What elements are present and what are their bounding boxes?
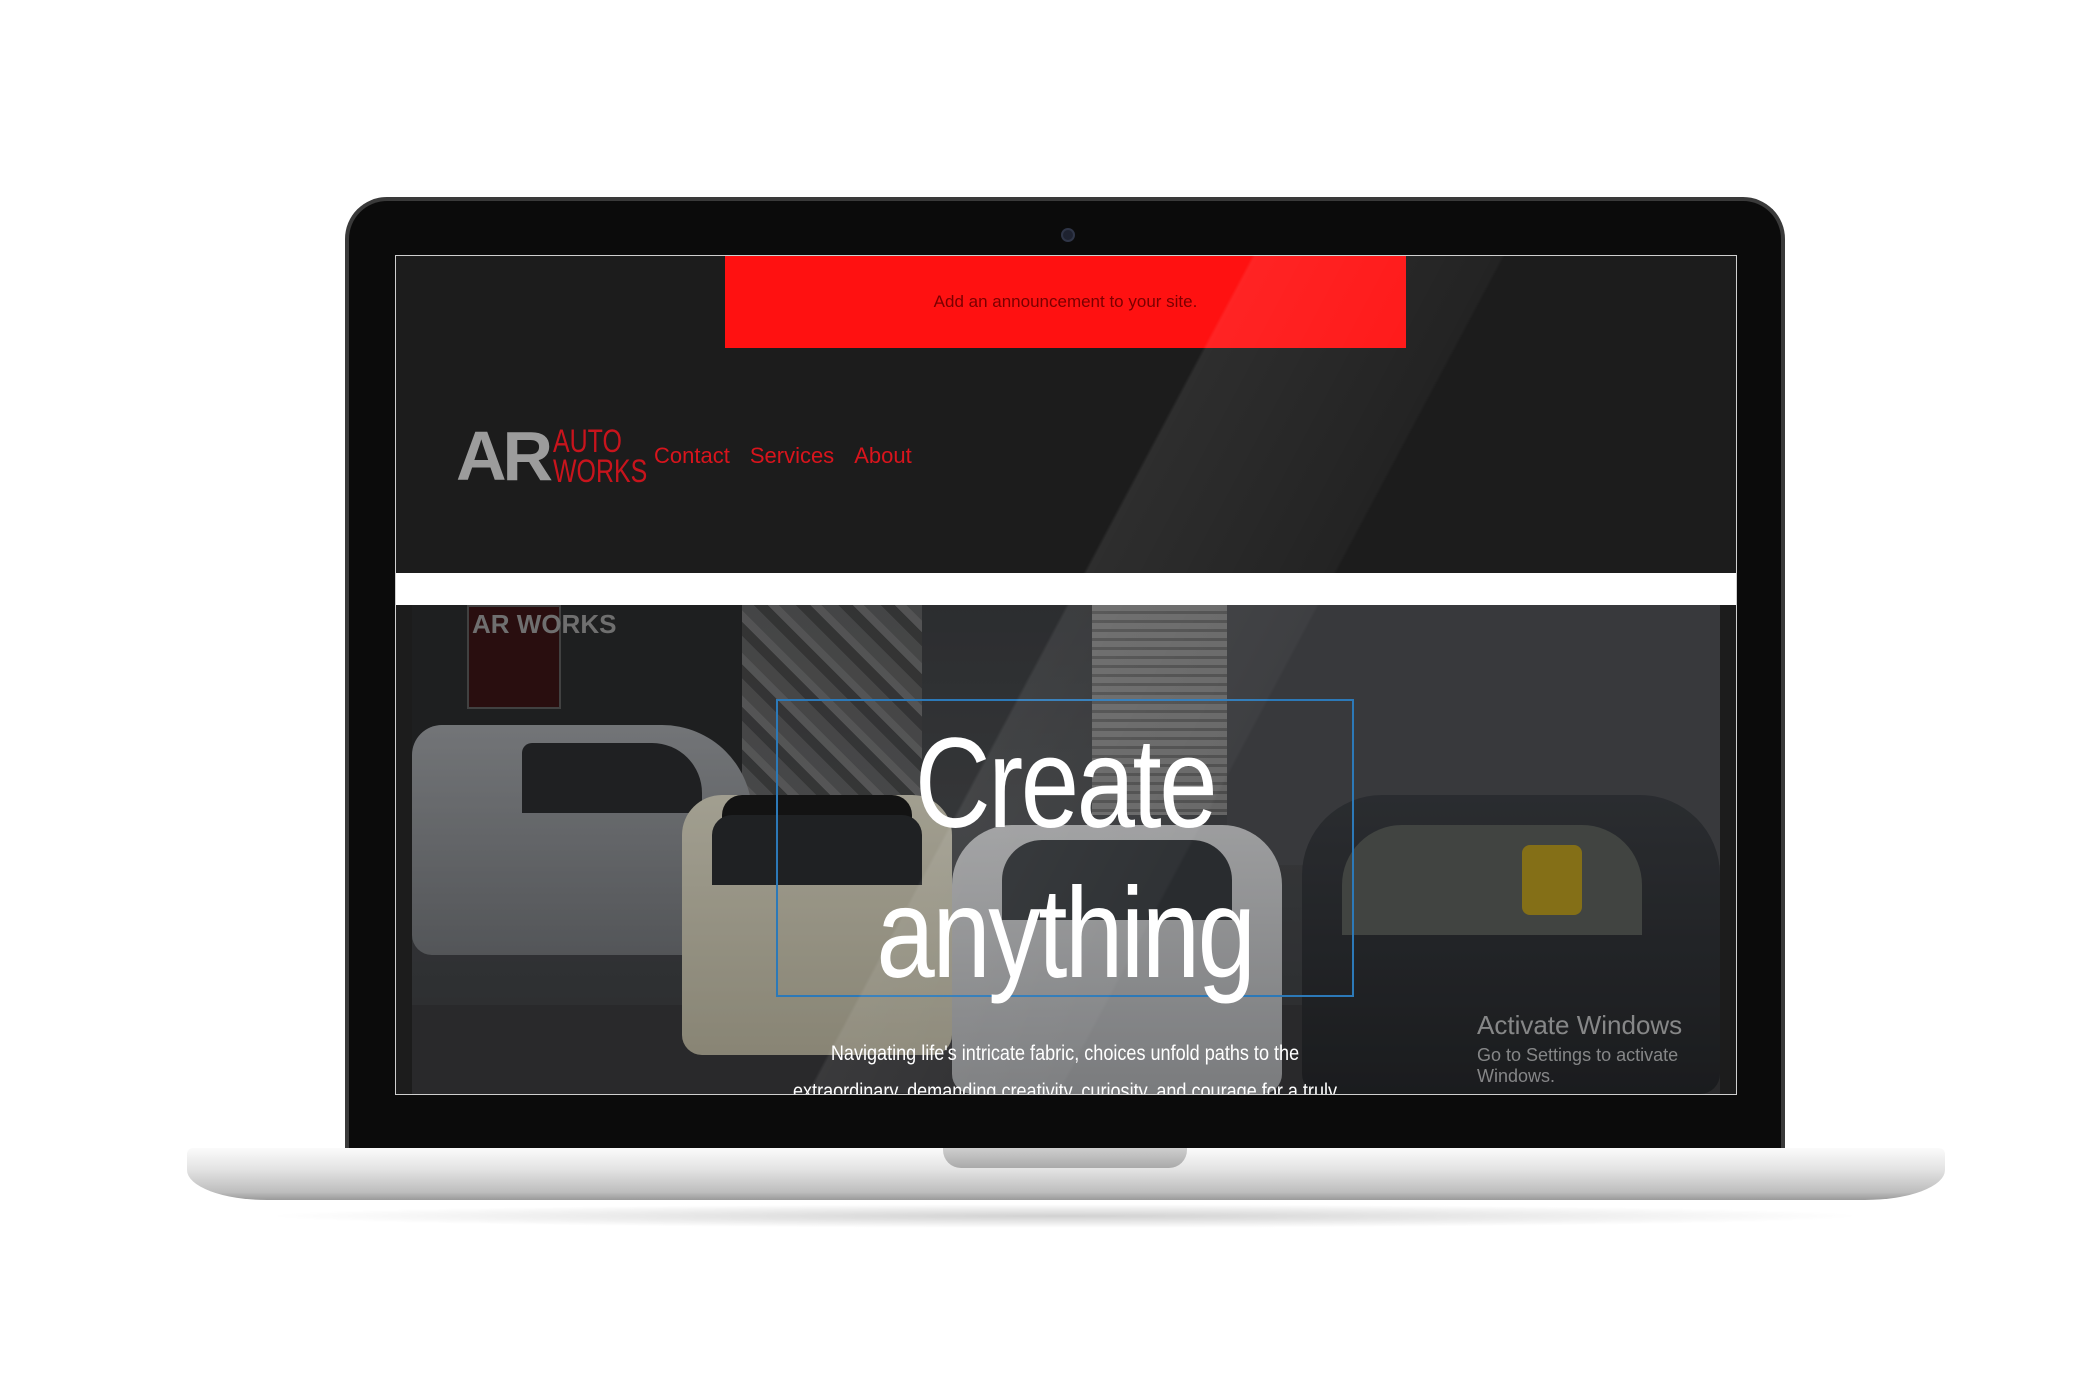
hero-title-line2: anything [876, 862, 1256, 1005]
laptop-shadow [260, 1204, 1870, 1228]
announcement-bar[interactable]: Add an announcement to your site. [725, 256, 1406, 348]
activate-windows-title: Activate Windows [1477, 1010, 1683, 1040]
hero-paragraph: Navigating life's intricate fabric, choi… [792, 1042, 1338, 1094]
nav-link-about[interactable]: About [854, 443, 912, 469]
logo-mark: AR [456, 417, 553, 495]
hero-title[interactable]: Create anything [828, 709, 1302, 1009]
hero-section: AR WORKS Create anything Navigating life… [412, 605, 1720, 1094]
nav-link-services[interactable]: Services [750, 443, 834, 469]
site-header: AR AUTO WORKS Contact Services About [396, 348, 1736, 573]
website-screen: Add an announcement to your site. AR AUT… [395, 255, 1737, 1095]
laptop-notch [943, 1148, 1187, 1168]
activate-windows-watermark: Activate Windows Go to Settings to activ… [1477, 1010, 1720, 1087]
camera-icon [1061, 228, 1075, 242]
logo-line-works: WORKS [553, 453, 648, 489]
hero-title-line1: Create [914, 712, 1218, 855]
logo-wordmark: AUTO WORKS [553, 422, 648, 489]
header-divider [396, 573, 1736, 605]
logo-line-auto: AUTO [553, 422, 622, 459]
activate-windows-subtitle: Go to Settings to activate Windows. [1477, 1045, 1679, 1086]
nav-link-contact[interactable]: Contact [654, 443, 730, 469]
main-nav: Contact Services About [654, 443, 912, 469]
site-logo[interactable]: AR AUTO WORKS [456, 421, 674, 491]
announcement-text: Add an announcement to your site. [933, 292, 1198, 311]
